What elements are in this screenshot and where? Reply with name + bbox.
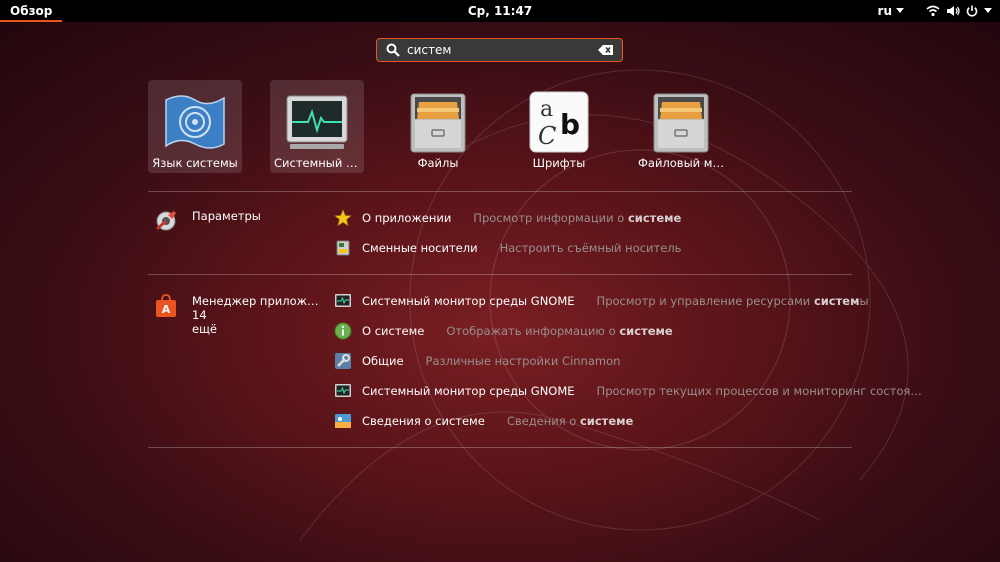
file-cabinet-icon [653,93,709,153]
system-info-icon [335,414,351,428]
system-monitor-icon [335,294,351,307]
fonts-icon: a C b [529,91,589,153]
app-label: Язык системы [152,156,238,170]
info-icon [334,322,352,340]
software-center-icon: A [156,294,176,317]
file-cabinet-icon [410,93,466,153]
removable-media-icon [336,240,350,256]
language-support-icon [165,95,225,149]
result-desc: Различные настройки Cinnamon [425,354,621,368]
app-files[interactable]: Файлы [391,80,485,173]
svg-text:b: b [560,108,580,141]
result-desc: Настроить съёмный носитель [499,241,682,255]
divider [148,274,852,275]
result-name: Системный монитор среды GNOME [362,384,575,398]
result-row[interactable]: О системе Отображать информацию о систем… [334,320,673,342]
provider-name: Параметры [192,209,261,223]
language-indicator[interactable]: ru [878,4,904,18]
tools-icon [335,353,351,369]
settings-icon [156,211,176,231]
system-monitor-icon [286,95,348,149]
system-tray: ru [878,0,992,22]
svg-text:A: A [162,303,171,316]
result-desc: Просмотр и управление ресурсами системы [596,294,869,308]
provider-more-count: 14 ещё [192,308,217,336]
search-icon [386,43,400,57]
app-fonts[interactable]: a C b Шрифты [512,80,606,173]
network-icon[interactable] [926,5,940,17]
system-monitor-icon [335,384,351,397]
chevron-down-icon [896,8,904,13]
search-input[interactable] [407,43,598,57]
clock-text: Ср, 11:47 [467,4,533,18]
chevron-down-icon[interactable] [984,8,992,14]
search-bar [376,38,623,62]
app-label: Шрифты [532,156,586,170]
result-row[interactable]: Сведения о системе Сведения о системе [334,410,633,432]
result-desc: Просмотр информации о системе [473,211,682,225]
divider [148,447,852,448]
result-row[interactable]: О приложении Просмотр информации о систе… [334,207,681,229]
star-icon [334,209,352,227]
clear-search-icon[interactable] [598,44,614,56]
result-row[interactable]: Системный монитор среды GNOME Просмотр и… [334,290,869,312]
result-name: Сменные носители [362,241,478,255]
result-desc: Отображать информацию о системе [446,324,673,338]
result-row[interactable]: Сменные носители Настроить съёмный носит… [334,237,681,259]
result-name: Системный монитор среды GNOME [362,294,575,308]
svg-text:C: C [538,122,556,150]
result-desc: Сведения о системе [506,414,634,428]
power-icon[interactable] [966,5,978,17]
language-label: ru [877,4,892,18]
clock[interactable]: Ср, 11:47 [0,0,1000,22]
result-desc: Просмотр текущих процессов и мониторинг … [596,384,922,398]
result-row[interactable]: Общие Различные настройки Cinnamon [334,350,620,372]
result-name: О системе [362,324,425,338]
result-name: Общие [362,354,404,368]
app-system-monitor[interactable]: Системный м… [270,80,364,173]
result-name: Сведения о системе [362,414,485,428]
top-bar: Обзор Ср, 11:47 ru [0,0,1000,22]
app-label: Файловый ме… [638,156,728,170]
volume-icon[interactable] [946,5,960,17]
app-file-manager[interactable]: Файловый ме… [634,80,728,173]
provider-name: Менеджер прилож… [192,294,319,308]
result-name: О приложении [362,211,452,225]
divider [148,191,852,192]
result-row[interactable]: Системный монитор среды GNOME Просмотр т… [334,380,922,402]
app-language-support[interactable]: Язык системы [148,80,242,173]
app-label: Файлы [417,156,459,170]
app-label: Системный м… [274,156,364,170]
svg-text:a: a [540,97,553,122]
